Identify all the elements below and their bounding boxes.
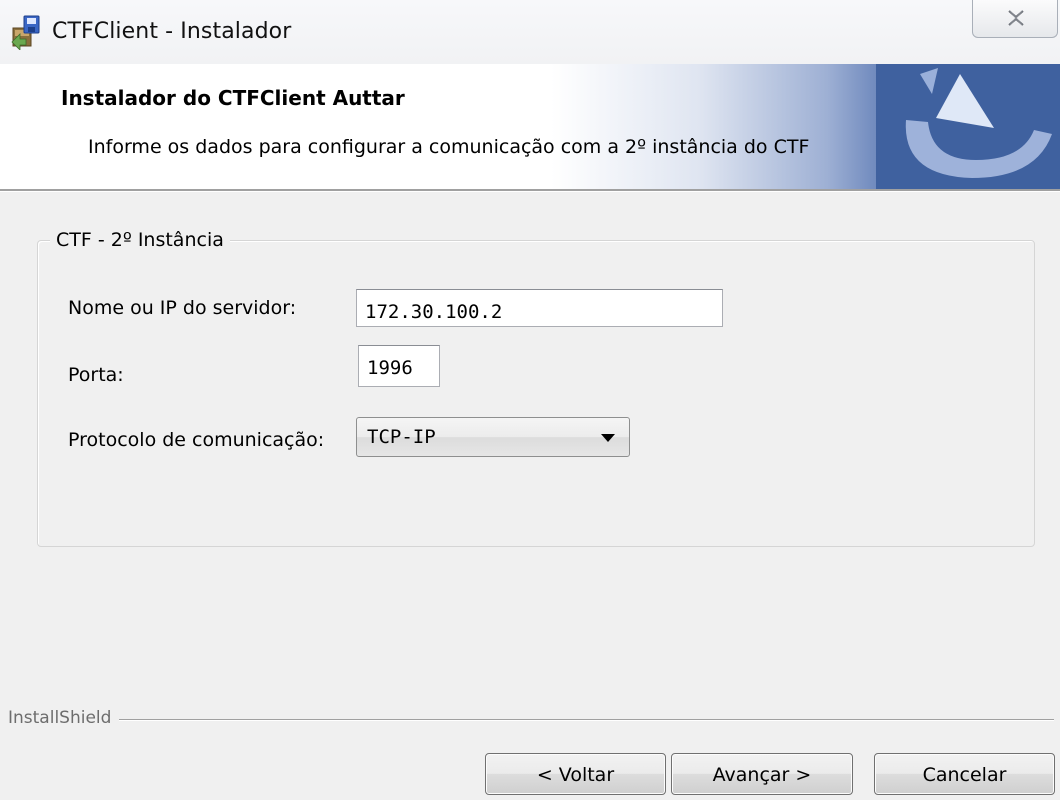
installshield-logo-icon bbox=[876, 64, 1060, 190]
banner-title: Instalador do CTFClient Auttar bbox=[61, 86, 405, 110]
protocol-label: Protocolo de comunicação: bbox=[68, 429, 325, 451]
title-bar: CTFClient - Instalador bbox=[0, 0, 1060, 64]
cancel-button[interactable]: Cancelar bbox=[874, 753, 1055, 795]
instance-groupbox bbox=[37, 240, 1035, 547]
port-label: Porta: bbox=[68, 364, 124, 386]
back-button[interactable]: < Voltar bbox=[485, 753, 666, 795]
groupbox-legend: CTF - 2º Instância bbox=[50, 229, 230, 251]
port-input[interactable] bbox=[358, 345, 440, 387]
server-label: Nome ou IP do servidor: bbox=[68, 297, 297, 319]
close-button[interactable] bbox=[972, 0, 1058, 38]
footer-separator bbox=[8, 719, 1054, 721]
protocol-selected-value: TCP-IP bbox=[367, 426, 436, 448]
banner-subtitle: Informe os dados para configurar a comun… bbox=[88, 136, 810, 158]
next-button[interactable]: Avançar > bbox=[671, 753, 853, 795]
chevron-down-icon bbox=[601, 434, 615, 442]
installer-icon[interactable] bbox=[10, 14, 44, 51]
protocol-dropdown[interactable]: TCP-IP bbox=[356, 417, 630, 457]
installshield-brand: InstallShield bbox=[8, 708, 120, 728]
server-input[interactable] bbox=[356, 289, 723, 327]
close-icon bbox=[1008, 10, 1024, 26]
window-title: CTFClient - Instalador bbox=[52, 19, 292, 44]
banner-separator bbox=[0, 189, 1060, 192]
header-banner: Instalador do CTFClient Auttar Informe o… bbox=[0, 64, 1060, 190]
